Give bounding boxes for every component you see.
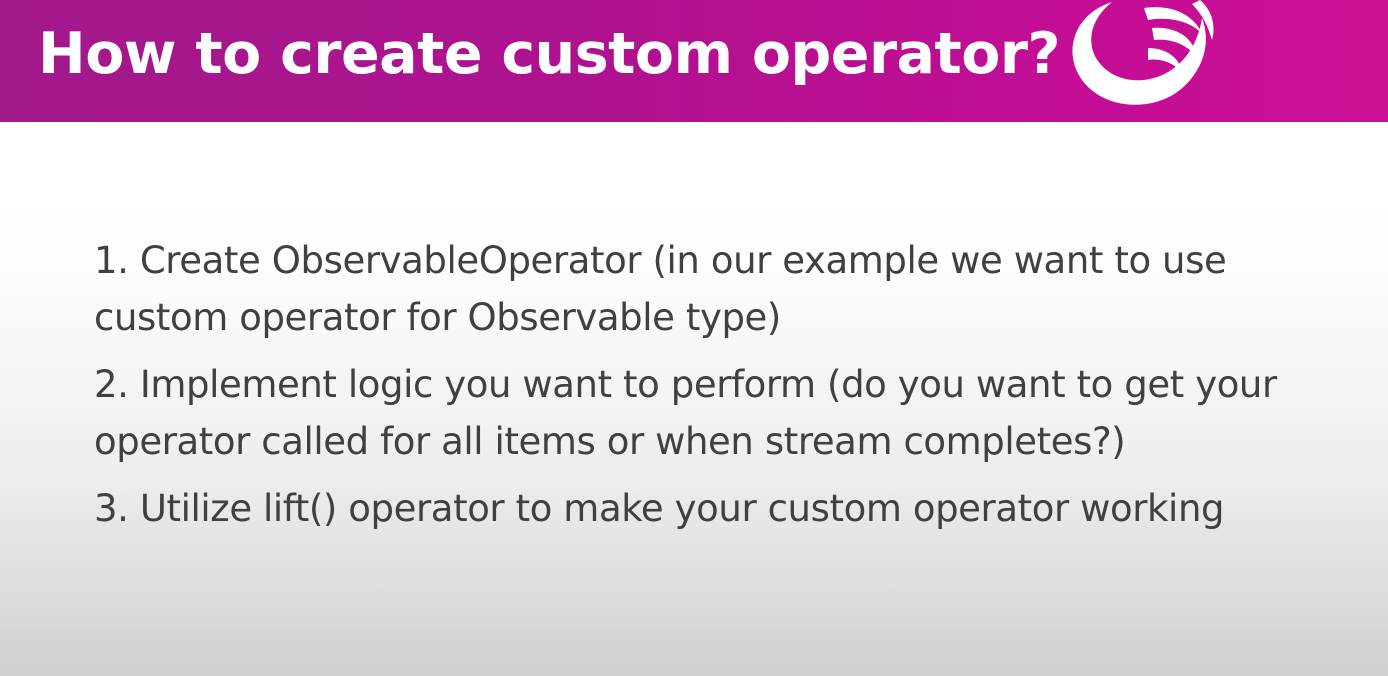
bullet-point-3: 3. Utilize lift() operator to make your … xyxy=(94,487,1225,530)
slide-title: How to create custom operator? xyxy=(38,21,1061,87)
slide-header: How to create custom operator? xyxy=(0,0,1388,122)
bullet-point-1: 1. Create ObservableOperator (in our exa… xyxy=(94,239,1227,339)
reactivex-logo-icon xyxy=(1072,0,1214,105)
bullet-point-2: 2. Implement logic you want to perform (… xyxy=(94,363,1277,463)
slide-body: 1. Create ObservableOperator (in our exa… xyxy=(94,232,1304,547)
